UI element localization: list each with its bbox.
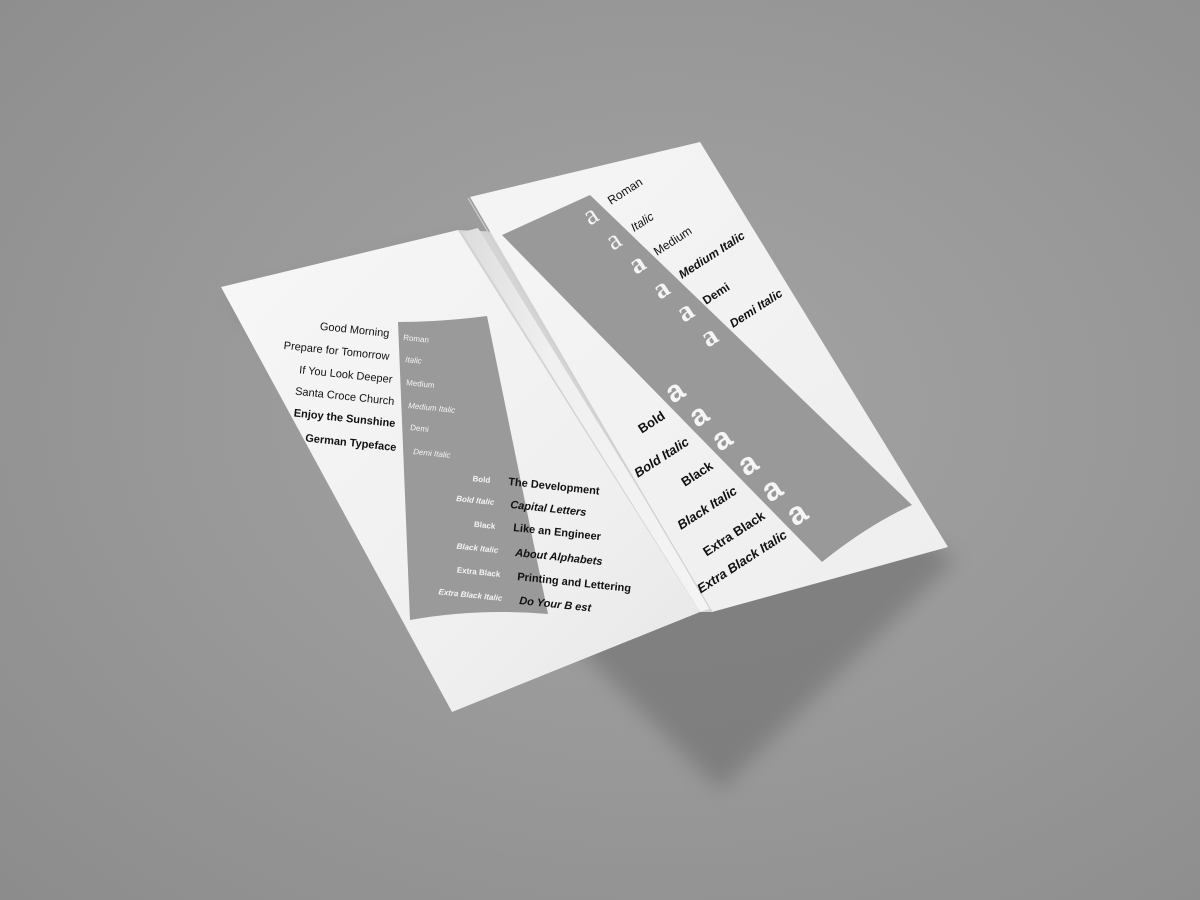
left-band-weight-label: Bold [472, 474, 491, 485]
brochure-mockup-scene: Good MorningPrepare for TomorrowIf You L… [221, 142, 955, 790]
left-band-weight-label: Italic [405, 355, 422, 366]
